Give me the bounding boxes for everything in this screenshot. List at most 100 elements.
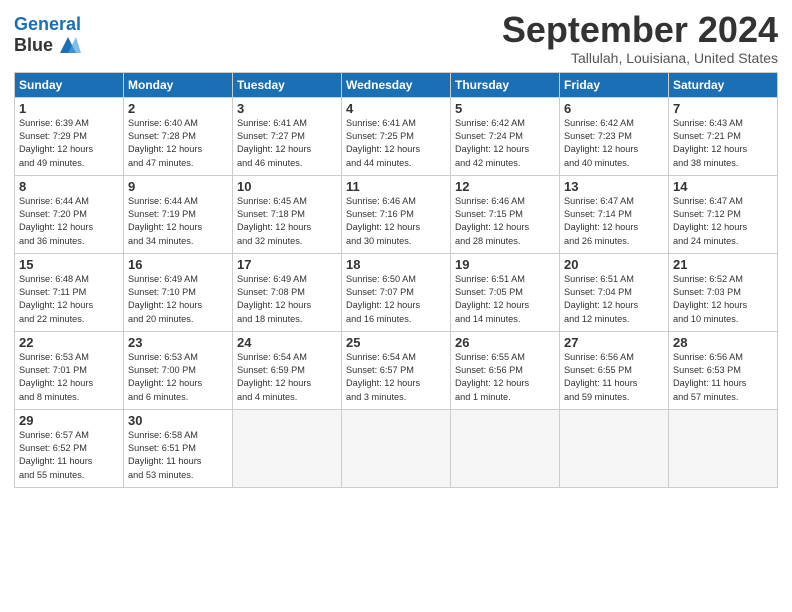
day-number: 27 [564,335,664,350]
sunset-text: Sunset: 6:55 PM [564,365,632,375]
daylight-text: Daylight: 12 hours [346,222,420,232]
daylight-cont: and 16 minutes. [346,314,411,324]
sunset-text: Sunset: 7:01 PM [19,365,87,375]
sunset-text: Sunset: 6:51 PM [128,443,196,453]
day-number: 13 [564,179,664,194]
week-row-4: 22 Sunrise: 6:53 AM Sunset: 7:01 PM Dayligh… [15,331,778,409]
page-container: General Blue September 2024 Tallulah, Lo… [0,0,792,498]
day-number: 9 [128,179,228,194]
day-number: 25 [346,335,446,350]
weekday-header-row: SundayMondayTuesdayWednesdayThursdayFrid… [15,72,778,97]
week-row-1: 1Sunrise: 6:39 AMSunset: 7:29 PMDaylight… [15,97,778,175]
sunrise-text: Sunrise: 6:53 AM [19,352,89,362]
week-row-5: 29Sunrise: 6:57 AMSunset: 6:52 PMDayligh… [15,409,778,487]
day-number: 15 [19,257,119,272]
logo-text: General [14,14,81,35]
sunset-text: Sunset: 6:57 PM [346,365,414,375]
daylight-text: Daylight: 12 hours [128,300,202,310]
sunset-text: Sunset: 7:25 PM [346,131,414,141]
day-info: Sunrise: 6:46 AMSunset: 7:16 PMDaylight:… [346,195,446,248]
daylight-text: Daylight: 12 hours [237,378,311,388]
calendar-cell: 22Sunrise: 6:53 AMSunset: 7:01 PMDayligh… [15,331,124,409]
sunset-text: Sunset: 7:08 PM [237,287,305,297]
calendar-cell [451,409,560,487]
weekday-header-thursday: Thursday [451,72,560,97]
day-number: 16 [128,257,228,272]
calendar-cell [560,409,669,487]
daylight-cont: and 38 minutes. [673,158,738,168]
day-number: 21 [673,257,773,272]
daylight-cont: and 55 minutes. [19,470,84,480]
day-info: Sunrise: 6:51 AMSunset: 7:05 PMDaylight:… [455,273,555,326]
sunrise-text: Sunrise: 6:39 AM [19,118,89,128]
day-number: 23 [128,335,228,350]
daylight-text: Daylight: 11 hours [128,456,201,466]
calendar-cell: 27Sunrise: 6:56 AMSunset: 6:55 PMDayligh… [560,331,669,409]
weekday-header-wednesday: Wednesday [342,72,451,97]
daylight-cont: and 42 minutes. [455,158,520,168]
daylight-cont: and 20 minutes. [128,314,193,324]
daylight-text: Daylight: 12 hours [673,300,747,310]
calendar-cell: 26Sunrise: 6:55 AMSunset: 6:56 PMDayligh… [451,331,560,409]
daylight-cont: and 53 minutes. [128,470,193,480]
header: General Blue September 2024 Tallulah, Lo… [14,10,778,66]
daylight-text: Daylight: 12 hours [128,222,202,232]
daylight-cont: and 36 minutes. [19,236,84,246]
calendar-cell: 15 Sunrise: 6:48 AM Sunset: 7:11 PM Dayligh… [15,253,124,331]
daylight-cont: and 1 minute. [455,392,511,402]
day-number: 18 [346,257,446,272]
sunset-text: Sunset: 7:11 PM [19,287,86,297]
sunset-text: Sunset: 7:29 PM [19,131,87,141]
day-info: Sunrise: 6:42 AMSunset: 7:24 PMDaylight:… [455,117,555,170]
sunrise-text: Sunrise: 6:49 AM [237,274,307,284]
sunrise-text: Sunrise: 6:46 AM [455,196,525,206]
sunrise-text: Sunrise: 6:58 AM [128,430,198,440]
day-number: 4 [346,101,446,116]
daylight-cont: and 4 minutes. [237,392,297,402]
day-info: Sunrise: 6:45 AMSunset: 7:18 PMDaylight:… [237,195,337,248]
day-number: 3 [237,101,337,116]
weekday-header-friday: Friday [560,72,669,97]
sunrise-text: Sunrise: 6:54 AM [346,352,416,362]
day-info: Sunrise: 6:47 AMSunset: 7:12 PMDaylight:… [673,195,773,248]
sunrise-text: Sunrise: 6:54 AM [237,352,307,362]
calendar-cell: 13Sunrise: 6:47 AMSunset: 7:14 PMDayligh… [560,175,669,253]
daylight-cont: and 46 minutes. [237,158,302,168]
sunrise-text: Sunrise: 6:43 AM [673,118,743,128]
daylight-cont: and 32 minutes. [237,236,302,246]
daylight-text: Daylight: 12 hours [455,222,529,232]
sunrise-text: Sunrise: 6:42 AM [564,118,634,128]
day-number: 17 [237,257,337,272]
daylight-text: Daylight: 12 hours [237,144,311,154]
daylight-cont: and 3 minutes. [346,392,406,402]
day-number: 22 [19,335,119,350]
sunset-text: Sunset: 7:16 PM [346,209,414,219]
day-number: 10 [237,179,337,194]
day-info: Sunrise: 6:43 AMSunset: 7:21 PMDaylight:… [673,117,773,170]
sunrise-text: Sunrise: 6:47 AM [673,196,743,206]
day-info: Sunrise: 6:56 AMSunset: 6:55 PMDaylight:… [564,351,664,404]
daylight-text: Daylight: 12 hours [237,222,311,232]
sunrise-text: Sunrise: 6:42 AM [455,118,525,128]
daylight-text: Daylight: 12 hours [128,378,202,388]
daylight-text: Daylight: 11 hours [564,378,637,388]
calendar-cell: 9Sunrise: 6:44 AMSunset: 7:19 PMDaylight… [124,175,233,253]
day-number: 11 [346,179,446,194]
sunset-text: Sunset: 7:14 PM [564,209,632,219]
daylight-cont: and 14 minutes. [455,314,520,324]
day-number: 28 [673,335,773,350]
calendar-cell: 29Sunrise: 6:57 AMSunset: 6:52 PMDayligh… [15,409,124,487]
day-number: 29 [19,413,119,428]
daylight-text: Daylight: 12 hours [19,300,93,310]
sunset-text: Sunset: 7:15 PM [455,209,523,219]
daylight-text: Daylight: 11 hours [19,456,92,466]
sunrise-text: Sunrise: 6:56 AM [673,352,743,362]
day-info: Sunrise: 6:51 AMSunset: 7:04 PMDaylight:… [564,273,664,326]
calendar-cell: 7Sunrise: 6:43 AMSunset: 7:21 PMDaylight… [669,97,778,175]
calendar-cell: 30Sunrise: 6:58 AMSunset: 6:51 PMDayligh… [124,409,233,487]
sunrise-text: Sunrise: 6:55 AM [455,352,525,362]
sunrise-text: Sunrise: 6:48 AM [19,274,89,284]
daylight-text: Daylight: 12 hours [128,144,202,154]
day-number: 24 [237,335,337,350]
sunrise-text: Sunrise: 6:57 AM [19,430,89,440]
